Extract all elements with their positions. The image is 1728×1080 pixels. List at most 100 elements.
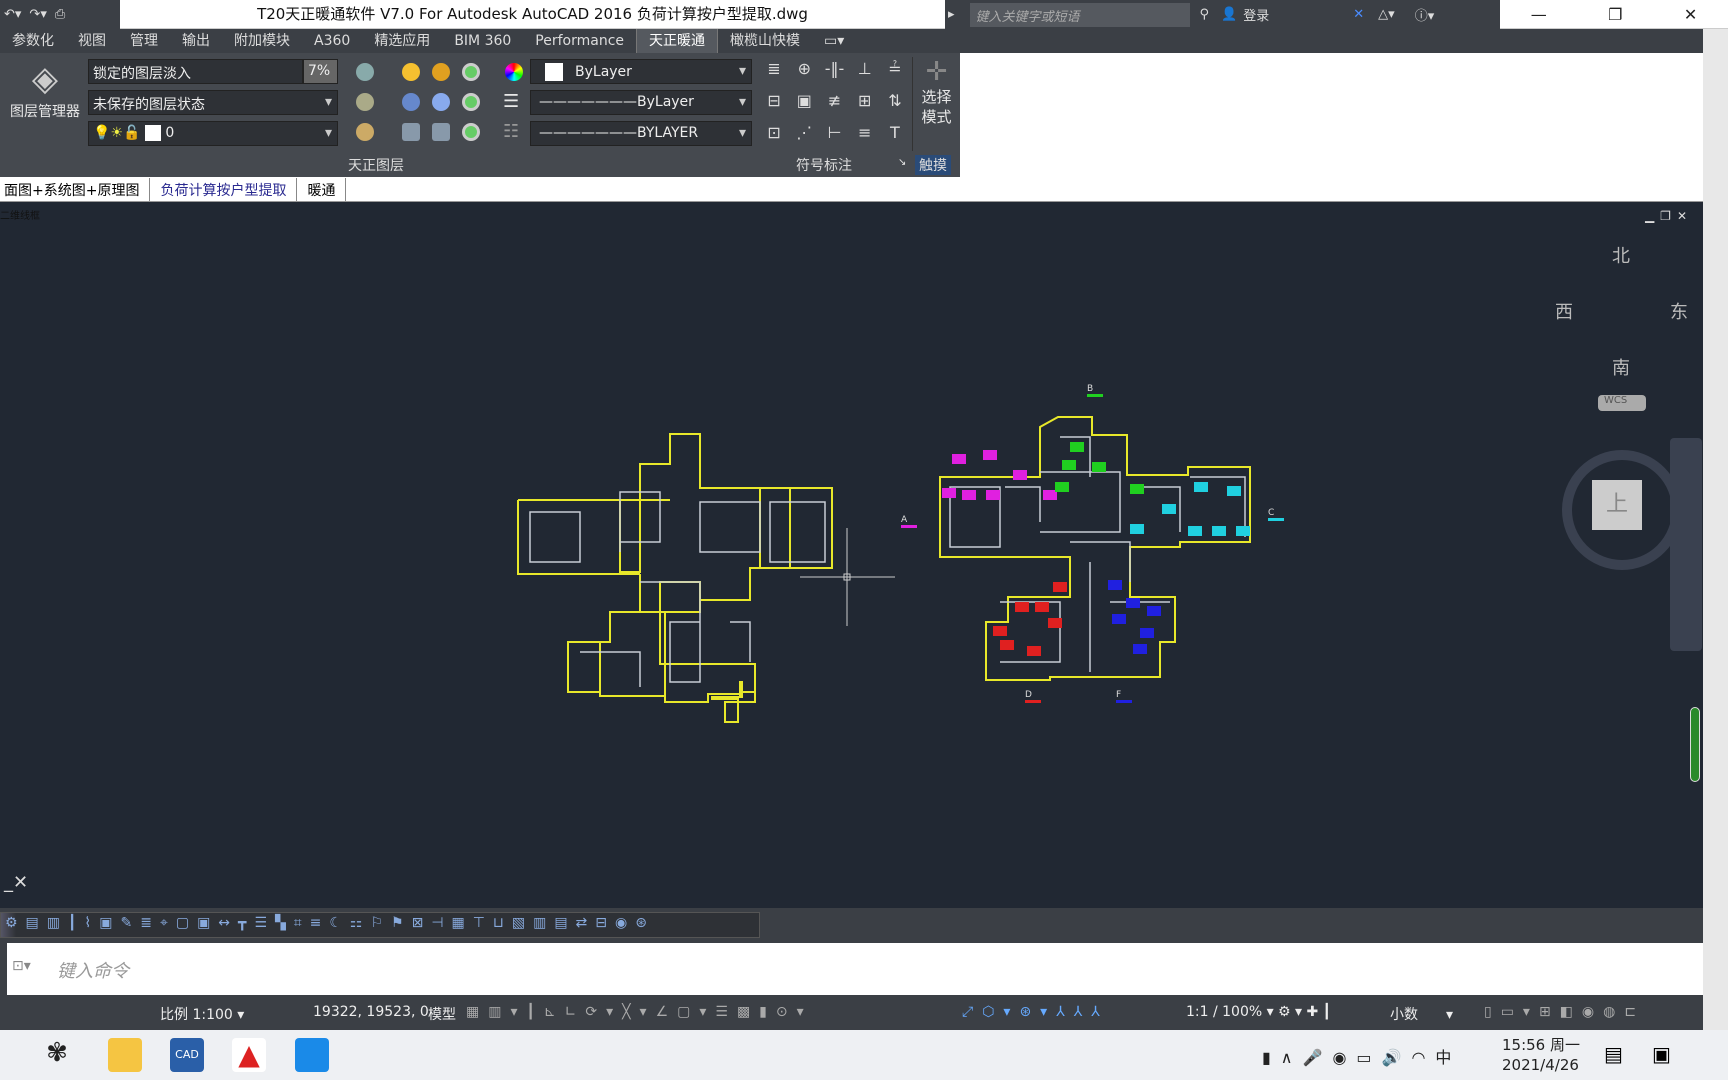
layer-up-icon[interactable] <box>356 123 374 141</box>
layer-fade-field[interactable]: 锁定的图层淡入 <box>88 59 303 84</box>
tab-parametric[interactable]: 参数化 <box>0 29 66 53</box>
units-dropdown[interactable]: 小数 ▾ <box>1390 1004 1470 1024</box>
leader-icon[interactable]: ⊥ <box>853 59 877 85</box>
slash-icon[interactable]: ⋰ <box>792 123 816 149</box>
tab-bim360[interactable]: BIM 360 <box>442 29 523 53</box>
compass-west[interactable]: 西 <box>1555 298 1573 324</box>
stair-icon[interactable]: ≢ <box>822 91 846 117</box>
compass-south[interactable]: 南 <box>1612 354 1630 380</box>
minimize-button[interactable]: — <box>1531 5 1547 24</box>
viewcube[interactable]: 上 <box>1562 450 1682 570</box>
layer-off-icon[interactable] <box>432 63 450 81</box>
annotation-scale[interactable]: 1:1 / 100% ▾ <box>1186 1004 1274 1020</box>
number-icon[interactable]: ⇅ <box>883 91 907 117</box>
taskbar-file-explorer[interactable] <box>108 1038 142 1072</box>
layer-walk-icon[interactable] <box>462 123 480 141</box>
status-tools-2[interactable]: ⤢⬡▾⊛▾⅄⅄⅄ <box>962 1004 1109 1020</box>
model-button[interactable]: 模型 <box>428 1004 456 1024</box>
drawing-canvas[interactable]: 二维线框 ▁❐✕ A B C D F _✕ 上 北 南 西 东 WCS <box>0 202 1703 908</box>
plot-icon[interactable]: ⎙ <box>55 7 65 22</box>
layer-tool-icon[interactable] <box>356 63 374 81</box>
index-icon[interactable]: ⊟ <box>762 91 786 117</box>
undo-icon[interactable]: ↶▾ <box>4 7 21 22</box>
file-tab-plan-system[interactable]: 面图+系统图+原理图 <box>0 178 151 201</box>
wcs-menu[interactable]: WCS <box>1598 395 1646 411</box>
tab-performance[interactable]: Performance <box>523 29 636 53</box>
tab-olive-mountain[interactable]: 橄榄山快模 <box>718 29 812 53</box>
help-icon[interactable]: ⓘ▾ <box>1415 5 1435 24</box>
layer-state-dropdown[interactable]: 未保存的图层状态 <box>88 90 338 115</box>
panel-expand-icon[interactable]: ↘ <box>898 157 906 168</box>
freeze-icon[interactable] <box>402 93 420 111</box>
clock[interactable]: 15:56 周一 2021/4/26 <box>1502 1035 1580 1075</box>
close-button[interactable]: ✕ <box>1684 5 1697 24</box>
title-icon[interactable]: T <box>883 123 907 149</box>
lock-icon[interactable] <box>402 123 420 141</box>
layer-match-icon[interactable] <box>462 93 480 111</box>
compass-east[interactable]: 东 <box>1670 298 1688 324</box>
ucs-close-icon[interactable]: _✕ <box>4 872 28 893</box>
layer-edit-icon[interactable] <box>356 93 374 111</box>
thaw-icon[interactable] <box>432 93 450 111</box>
level-icon[interactable]: ≟ <box>883 59 907 85</box>
notes-icon[interactable]: ▤ <box>1604 1042 1623 1066</box>
expand-icon[interactable]: ▸ <box>948 7 955 22</box>
linetype-icon[interactable]: ☷ <box>503 121 519 142</box>
linetype-dropdown[interactable]: ———————BYLAYER <box>530 121 752 146</box>
tab-addins[interactable]: 附加模块 <box>222 29 302 53</box>
notification-icon[interactable]: ▣ <box>1652 1042 1671 1066</box>
file-tab-load-calc[interactable]: 负荷计算按户型提取 <box>150 178 298 201</box>
cut-icon[interactable]: ⊡ <box>762 123 786 149</box>
tab-view[interactable]: 视图 <box>66 29 118 53</box>
command-input[interactable]: 键入命令 <box>7 943 1703 995</box>
layer-manager-button[interactable]: ◈ 图层管理器 <box>4 57 86 127</box>
unlock-layer-icon[interactable] <box>432 123 450 141</box>
tab-tangent-hvac[interactable]: 天正暖通 <box>636 29 719 53</box>
tab-manage[interactable]: 管理 <box>118 29 170 53</box>
status-tools[interactable]: ▦▥▾┃⊾∟⟳▾╳▾∠▢▾☰▩▮⊙▾ <box>466 1004 813 1020</box>
quick-access-toolbar[interactable]: ↶▾ ↷▾ ⎙ <box>0 0 120 29</box>
list-icon[interactable]: ≡ <box>853 123 877 149</box>
workspace-gear-icon[interactable]: ⚙ ▾ ✚ ┃ <box>1278 1004 1331 1020</box>
taskbar-app-pinwheel[interactable]: ✾ <box>40 1038 74 1072</box>
search-input[interactable]: 键入关键字或短语 <box>969 2 1190 27</box>
tab-output[interactable]: 输出 <box>170 29 222 53</box>
taskbar-cad[interactable]: CAD <box>170 1038 204 1072</box>
login-button[interactable]: 登录 <box>1243 5 1343 24</box>
vertical-scroll-indicator[interactable] <box>1690 707 1700 782</box>
binoculars-icon[interactable]: ⚲ <box>1200 7 1210 22</box>
taskbar-autocad[interactable]: ▲ <box>232 1038 266 1072</box>
ribbon-toggle-icon[interactable]: ▭▾ <box>812 29 856 53</box>
viewcube-top-face[interactable]: 上 <box>1592 480 1642 530</box>
exchange-icon[interactable]: ✕ <box>1353 7 1364 22</box>
layer-isolate-icon[interactable] <box>462 63 480 81</box>
axis-number-icon[interactable]: ≣ <box>762 59 786 85</box>
layer-dropdown[interactable]: 💡☀🔓 0 <box>88 121 338 146</box>
section-icon[interactable]: ⊢ <box>822 123 846 149</box>
status-tools-3[interactable]: ▯▭▾⊞◧◉◍⊏ <box>1484 1004 1645 1020</box>
restore-button[interactable]: ❐ <box>1608 5 1622 24</box>
color-dropdown[interactable]: ByLayer <box>530 59 752 84</box>
lineweight-icon[interactable]: ☰ <box>503 91 519 112</box>
command-prompt-icon[interactable]: ⊡▾ <box>12 958 31 974</box>
layer-on-icon[interactable] <box>402 63 420 81</box>
tab-a360[interactable]: A360 <box>302 29 362 53</box>
text-icon[interactable]: ▣ <box>792 91 816 117</box>
scale-dropdown[interactable]: 比例 1:100 ▾ <box>160 1004 244 1024</box>
file-tab-hvac[interactable]: 暖通 <box>297 178 347 201</box>
dn-icon[interactable]: ⊞ <box>853 91 877 117</box>
system-tray[interactable]: ▮∧🎤◉▭🔊◠中 <box>1262 1044 1461 1068</box>
color-wheel-icon[interactable] <box>505 63 523 81</box>
redo-icon[interactable]: ↷▾ <box>29 7 46 22</box>
a360-icon[interactable]: △▾ <box>1378 7 1395 22</box>
layer-fade-percent[interactable]: 7% <box>303 59 338 84</box>
lineweight-dropdown[interactable]: ———————ByLayer <box>530 90 752 115</box>
elevation-icon[interactable]: ⊕ <box>792 59 816 85</box>
taskbar-app-blue[interactable] <box>295 1038 329 1072</box>
select-mode-button[interactable]: ✛ 选择 模式 <box>912 57 960 151</box>
dim-icon[interactable]: -‖- <box>822 59 846 85</box>
custom-toolbar[interactable]: ⚙▤▥┃⌇▣✎≣⌖▢▣↔┳☰▚⌗≡☾⚏⚐⚑⊠⊣▦⊤⊔▧▥▤⇄⊟◉⊛ <box>0 912 760 938</box>
tab-featured-apps[interactable]: 精选应用 <box>362 29 442 53</box>
navigation-bar[interactable] <box>1670 438 1702 651</box>
compass-north[interactable]: 北 <box>1612 242 1630 268</box>
